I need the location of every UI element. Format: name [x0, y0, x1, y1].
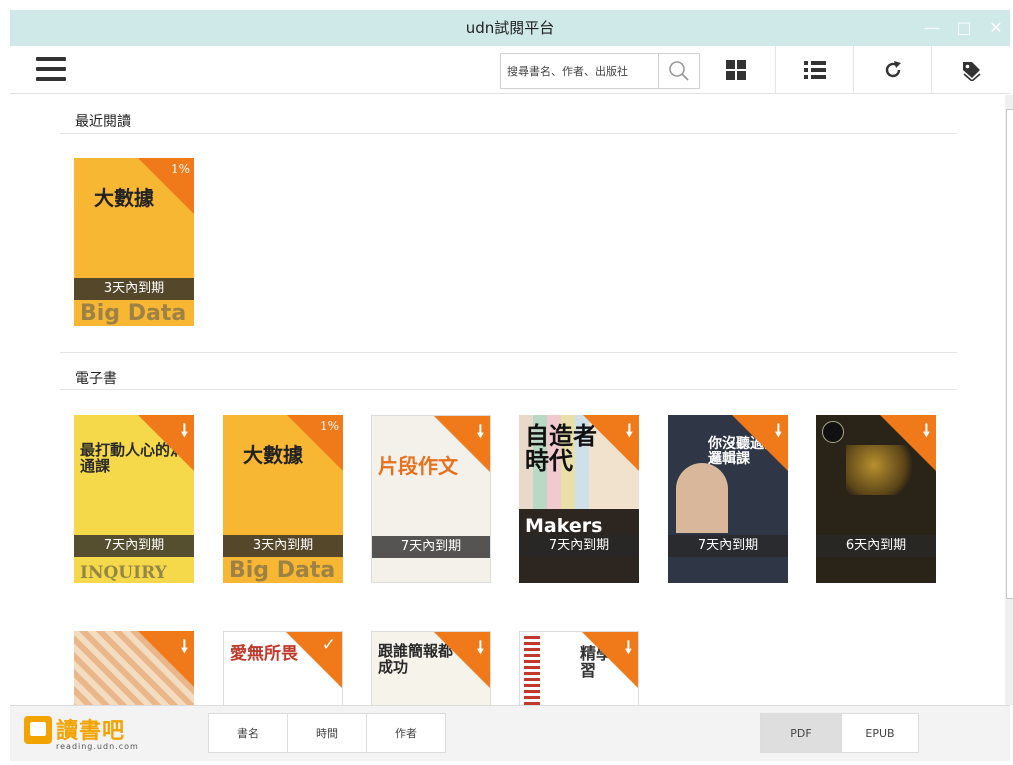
expiry-label: 7天內到期 — [372, 536, 490, 558]
book-cover[interactable]: 愛無所畏 ✓ — [223, 631, 343, 705]
view-tools — [697, 46, 1010, 94]
list-view-icon[interactable] — [775, 46, 853, 94]
download-icon[interactable]: 🠗 — [477, 419, 484, 448]
cover-subtitle: Makers — [525, 515, 603, 537]
search-input[interactable] — [501, 54, 659, 88]
logo-text: 讀書吧 — [56, 719, 126, 744]
logo-badge-icon — [24, 716, 52, 744]
download-icon[interactable]: 🠗 — [626, 418, 633, 447]
section-title-ebooks: 電子書 — [75, 371, 117, 387]
divider — [60, 352, 957, 353]
grid-view-icon[interactable] — [697, 46, 775, 94]
bottom-bar: 讀書吧 reading.udn.com 書名 時間 作者 PDF EPUB — [10, 705, 1010, 761]
cover-art — [524, 636, 540, 705]
sort-by-author-button[interactable]: 作者 — [366, 713, 446, 753]
book-cover[interactable]: 大數據 1% Big Data 3天內到期 — [74, 158, 194, 326]
expiry-label: 7天內到期 — [668, 535, 788, 557]
cover-subtitle: INQUIRY — [80, 563, 167, 583]
window-title: udn試閱平台 — [465, 19, 555, 37]
cover-subtitle: Big Data — [80, 301, 187, 326]
tag-icon[interactable] — [931, 46, 1009, 94]
expiry-label: 6天內到期 — [816, 535, 936, 557]
progress-label: 1% — [319, 419, 339, 433]
refresh-icon[interactable] — [853, 46, 931, 94]
book-cover[interactable]: 🠗 6天內到期 — [816, 415, 936, 583]
sort-by-title-button[interactable]: 書名 — [208, 713, 288, 753]
section-title-recent: 最近閱讀 — [75, 114, 131, 130]
close-icon[interactable]: ✕ — [988, 10, 1004, 46]
book-cover[interactable]: 片段作文 🠗 7天內到期 — [371, 415, 491, 583]
logo-url: reading.udn.com — [56, 742, 139, 751]
expiry-label: 3天內到期 — [74, 278, 194, 300]
book-cover[interactable]: 🠗 — [74, 631, 194, 705]
download-icon[interactable]: 🠗 — [477, 635, 484, 664]
divider — [60, 389, 957, 390]
expiry-label: 7天內到期 — [519, 535, 639, 557]
download-icon[interactable]: 🠗 — [181, 634, 188, 663]
cover-subtitle: Big Data — [229, 558, 336, 583]
menu-icon[interactable] — [36, 57, 66, 81]
scrollbar[interactable] — [1005, 95, 1013, 705]
format-pdf-button[interactable]: PDF — [760, 713, 842, 753]
download-icon[interactable]: 🠗 — [775, 418, 782, 447]
logo: 讀書吧 reading.udn.com — [24, 716, 164, 756]
expiry-label: 3天內到期 — [223, 535, 343, 557]
book-cover[interactable]: 你沒聽過的邏輯課 🠗 7天內到期 — [668, 415, 788, 583]
cover-seal — [822, 421, 844, 443]
book-cover[interactable]: 最打動人心的溝通課 🠗 INQUIRY 7天內到期 — [74, 415, 194, 583]
title-bar: udn試閱平台 — □ ✕ — [10, 10, 1010, 46]
search-icon[interactable] — [659, 54, 699, 88]
book-cover[interactable]: 自造者時代 🠗 Makers 7天內到期 — [519, 415, 639, 583]
format-epub-button[interactable]: EPUB — [841, 713, 919, 753]
scroll-thumb[interactable] — [1006, 109, 1013, 599]
library-content: 最近閱讀 大數據 1% Big Data 3天內到期 電子書 最打動人心的溝通課… — [10, 95, 1005, 705]
download-icon[interactable]: 🠗 — [625, 635, 632, 664]
check-icon: ✓ — [321, 635, 336, 655]
toolbar — [10, 46, 1010, 94]
minimize-icon[interactable]: — — [924, 10, 940, 46]
download-icon[interactable]: 🠗 — [923, 418, 930, 447]
download-icon[interactable]: 🠗 — [181, 418, 188, 447]
expiry-label: 7天內到期 — [74, 535, 194, 557]
search-box — [500, 53, 700, 89]
book-cover[interactable]: 大數據 1% Big Data 3天內到期 — [223, 415, 343, 583]
author-photo — [676, 463, 728, 533]
sort-by-time-button[interactable]: 時間 — [287, 713, 367, 753]
book-cover[interactable]: 精學習 🠗 — [519, 631, 639, 705]
maximize-icon[interactable]: □ — [956, 10, 972, 46]
divider — [60, 133, 957, 134]
window-controls: — □ ✕ — [924, 10, 1004, 46]
book-cover[interactable]: 跟誰簡報都成功 🠗 — [371, 631, 491, 705]
progress-label: 1% — [170, 162, 190, 176]
